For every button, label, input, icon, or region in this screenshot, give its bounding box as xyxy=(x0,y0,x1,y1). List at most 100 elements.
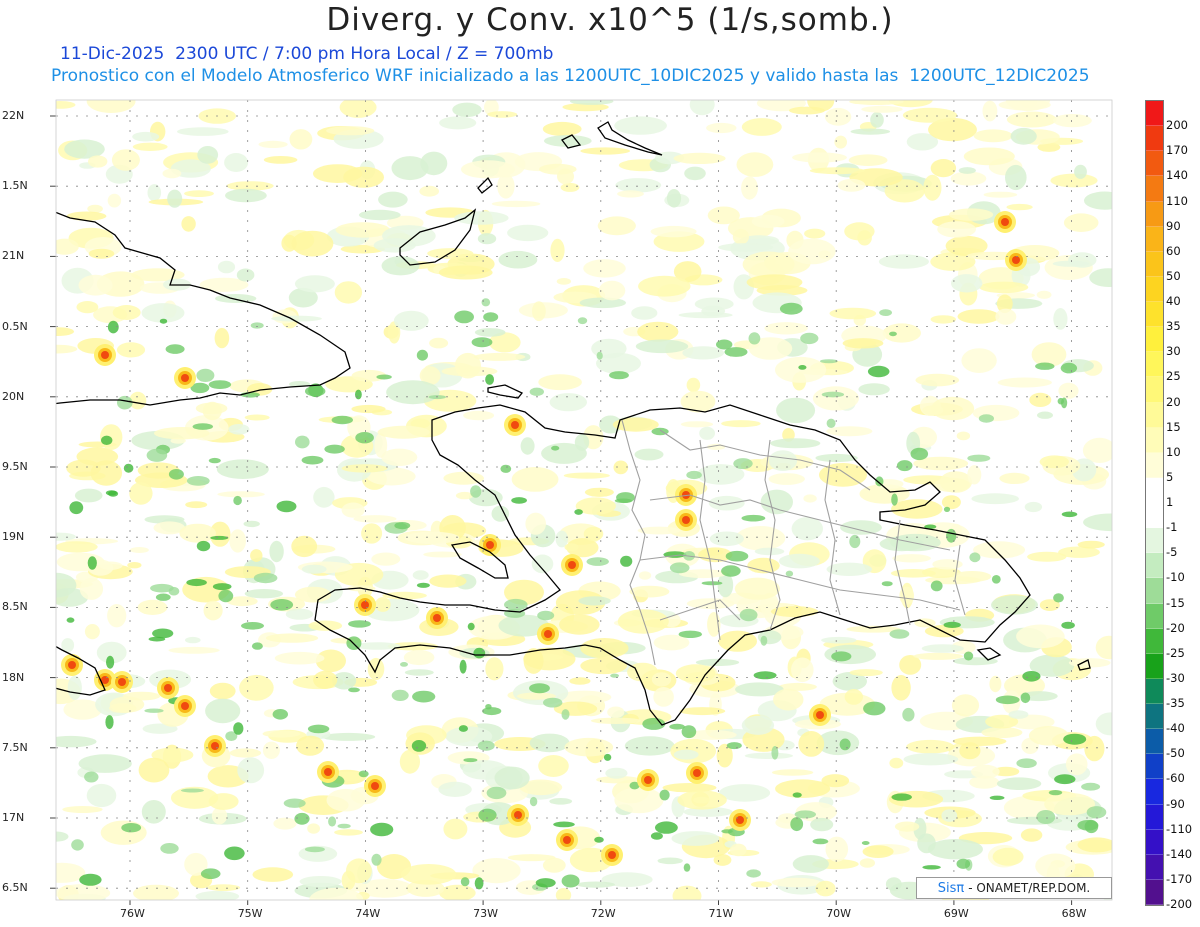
field-patch xyxy=(672,885,702,900)
field-patch xyxy=(485,657,504,681)
convergence-patch xyxy=(69,501,84,515)
convergence-patch xyxy=(233,495,242,506)
field-patch xyxy=(989,675,1002,693)
field-patch xyxy=(76,301,99,314)
field-patch xyxy=(229,748,262,758)
field-patch xyxy=(262,741,280,759)
field-patch xyxy=(56,238,79,255)
convergence-patch xyxy=(251,642,263,650)
divergence-maximum xyxy=(544,630,552,638)
field-patch xyxy=(559,614,600,635)
field-patch xyxy=(177,127,229,136)
forecast-map xyxy=(50,99,1113,905)
colorbar-label: -5 xyxy=(1166,545,1178,560)
field-patch xyxy=(713,854,732,866)
field-patch xyxy=(404,669,434,676)
convergence-patch xyxy=(610,673,619,678)
colorbar-swatch xyxy=(1146,276,1163,302)
field-patch xyxy=(961,348,997,373)
field-patch xyxy=(902,107,958,123)
field-patch xyxy=(949,208,994,221)
colorbar-label: -90 xyxy=(1166,796,1185,811)
colorbar-label: 110 xyxy=(1166,193,1188,208)
colorbar-label: -200 xyxy=(1166,897,1193,911)
convergence-patch xyxy=(467,622,475,631)
colorbar-swatch xyxy=(1146,854,1163,880)
colorbar-swatch xyxy=(1146,603,1163,629)
convergence-patch xyxy=(123,463,134,473)
field-patch xyxy=(494,766,530,790)
convergence-patch xyxy=(739,608,758,622)
convergence-patch xyxy=(473,647,486,659)
field-patch xyxy=(930,315,956,324)
field-patch xyxy=(923,174,942,201)
convergence-patch xyxy=(812,838,829,845)
field-patch xyxy=(829,307,877,320)
field-patch xyxy=(224,153,249,172)
colorbar-swatch xyxy=(1146,804,1163,830)
field-patch xyxy=(653,687,674,707)
convergence-patch xyxy=(748,332,761,345)
field-patch xyxy=(849,669,883,677)
convergence-patch xyxy=(1053,593,1064,603)
colorbar-label: 10 xyxy=(1166,444,1181,459)
field-patch xyxy=(67,675,82,700)
field-patch xyxy=(848,154,888,166)
convergence-patch xyxy=(146,448,168,462)
convergence-patch xyxy=(159,318,168,324)
field-patch xyxy=(1077,540,1105,549)
convergence-patch xyxy=(910,447,929,461)
field-patch xyxy=(773,688,804,711)
field-patch xyxy=(803,494,817,503)
convergence-patch xyxy=(946,528,957,543)
convergence-patch xyxy=(800,332,819,345)
colorbar-label: 140 xyxy=(1166,168,1188,183)
field-patch xyxy=(361,523,383,544)
field-patch xyxy=(127,562,142,569)
colorbar-swatch xyxy=(1146,678,1163,704)
field-patch xyxy=(129,482,153,505)
field-patch xyxy=(1053,308,1068,330)
field-patch xyxy=(858,383,890,396)
field-patch xyxy=(557,168,574,185)
field-patch xyxy=(770,606,819,618)
field-patch xyxy=(229,529,246,553)
field-patch xyxy=(1068,252,1097,268)
field-patch xyxy=(825,836,849,862)
field-patch xyxy=(583,259,626,278)
convergence-patch xyxy=(686,470,702,480)
field-patch xyxy=(684,166,706,181)
convergence-patch xyxy=(79,873,102,886)
field-patch xyxy=(375,597,391,612)
field-patch xyxy=(403,649,435,666)
convergence-patch xyxy=(394,522,411,530)
convergence-patch xyxy=(337,823,351,829)
field-patch xyxy=(133,884,179,900)
convergence-patch xyxy=(160,843,179,854)
field-patch xyxy=(815,880,836,897)
field-patch xyxy=(538,374,582,391)
field-patch xyxy=(709,531,744,547)
convergence-patch xyxy=(1035,362,1055,370)
field-patch xyxy=(498,250,538,269)
field-patch xyxy=(225,188,267,203)
field-patch xyxy=(1039,455,1070,469)
convergence-patch xyxy=(1020,692,1031,704)
field-patch xyxy=(378,191,408,208)
convergence-patch xyxy=(224,846,245,861)
convergence-patch xyxy=(192,423,213,430)
field-patch xyxy=(699,426,715,440)
field-patch xyxy=(973,129,1013,143)
field-patch xyxy=(614,787,664,814)
field-patch xyxy=(775,779,831,798)
field-patch xyxy=(764,322,808,335)
convergence-patch xyxy=(305,386,326,397)
divergence-maximum xyxy=(1001,218,1009,226)
field-patch xyxy=(100,820,147,845)
colorbar-label: 90 xyxy=(1166,218,1181,233)
field-patch xyxy=(269,540,284,563)
field-patch xyxy=(167,189,183,208)
field-patch xyxy=(525,512,546,535)
field-patch xyxy=(563,472,610,479)
convergence-patch xyxy=(200,868,221,879)
